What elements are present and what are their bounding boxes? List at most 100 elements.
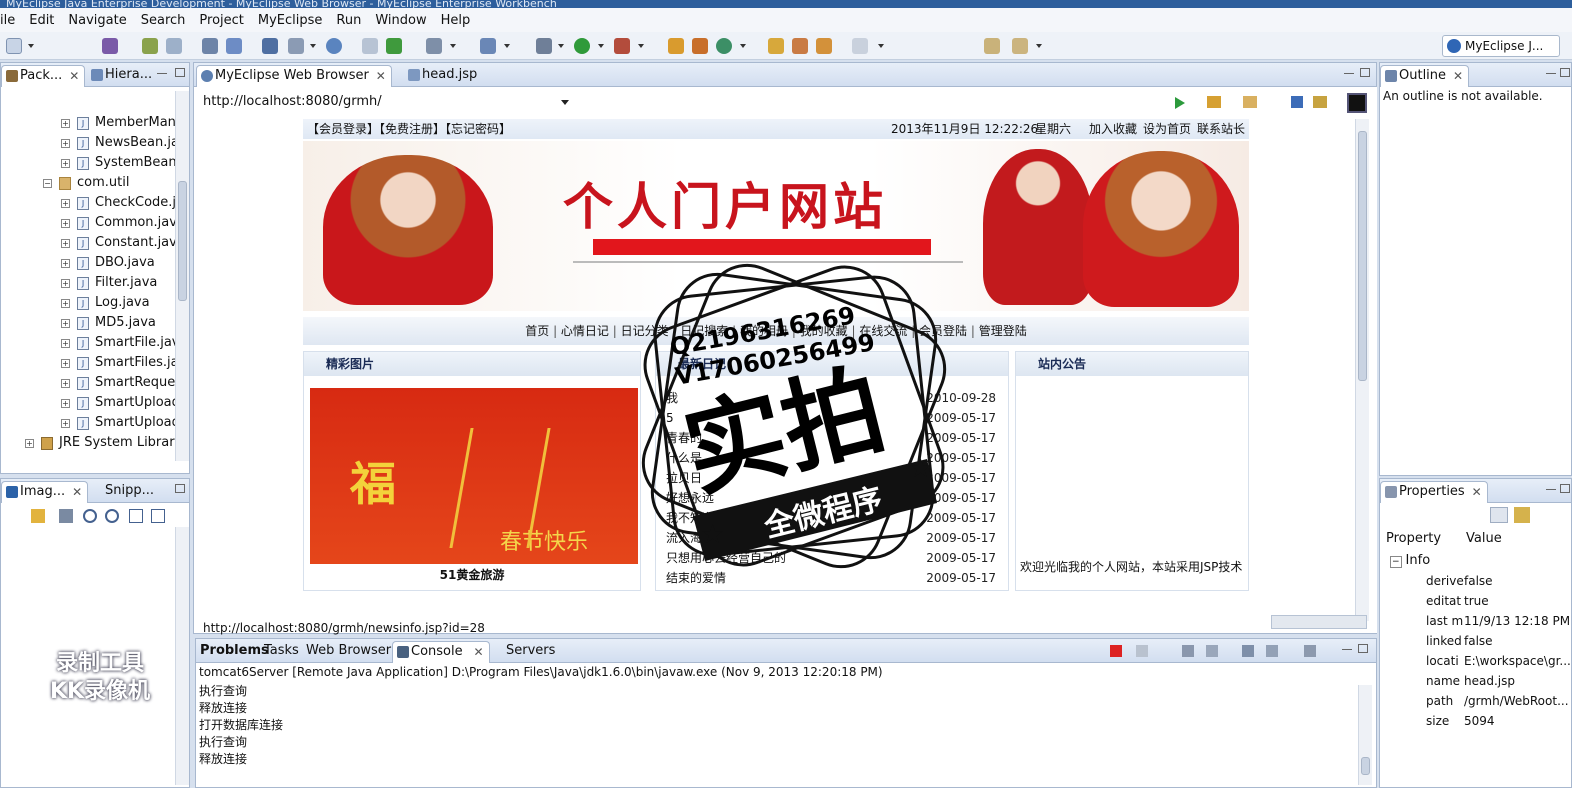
expand-icon[interactable]: + bbox=[61, 239, 70, 248]
server-icon[interactable] bbox=[202, 38, 218, 54]
expand-icon[interactable]: + bbox=[61, 279, 70, 288]
browser-scrollbar[interactable] bbox=[1355, 119, 1369, 621]
diary-item[interactable]: 什么是 2009-05-17 bbox=[666, 448, 996, 468]
nav-link[interactable]: 我的收藏 bbox=[800, 324, 848, 338]
diary-item-title[interactable]: 流入海底的 bbox=[666, 531, 726, 545]
perspective-switcher[interactable]: MyEclipse J... bbox=[1442, 35, 1560, 57]
expand-icon[interactable]: + bbox=[61, 219, 70, 228]
diary-item[interactable]: 流入海底的 2009-05-17 bbox=[666, 528, 996, 548]
minimize-icon[interactable] bbox=[1546, 73, 1556, 75]
expand-icon[interactable]: + bbox=[61, 399, 70, 408]
property-key[interactable]: derive bbox=[1426, 571, 1464, 591]
property-value[interactable]: /grmh/WebRoot... bbox=[1464, 691, 1569, 711]
minimize-icon[interactable] bbox=[1344, 73, 1354, 75]
diary-item-title[interactable]: 结束的爱情 bbox=[666, 571, 726, 585]
menu-myeclipse[interactable]: MyEclipse bbox=[251, 13, 330, 28]
nav-link[interactable]: 日记分类 bbox=[621, 324, 669, 338]
tab-servers[interactable]: Servers bbox=[488, 641, 577, 663]
property-key[interactable]: locati bbox=[1426, 651, 1459, 671]
clear-console-icon[interactable] bbox=[1182, 645, 1194, 657]
actual-size-icon[interactable] bbox=[129, 509, 143, 523]
expand-icon[interactable]: + bbox=[61, 379, 70, 388]
diary-item[interactable]: 拉贝日 2009-05-17 bbox=[666, 468, 996, 488]
open-type-icon[interactable] bbox=[426, 38, 442, 54]
minimize-icon[interactable] bbox=[1342, 649, 1352, 651]
menu-file[interactable]: ile bbox=[0, 13, 22, 28]
menu-run[interactable]: Run bbox=[329, 13, 368, 28]
tree-scrollbar[interactable] bbox=[175, 91, 189, 461]
link-add-favorite[interactable]: 加入收藏 bbox=[1089, 119, 1137, 139]
nav-link[interactable]: 我的相册 bbox=[740, 324, 788, 338]
menu-navigate[interactable]: Navigate bbox=[61, 13, 133, 28]
sync-icon[interactable] bbox=[716, 38, 732, 54]
property-value[interactable]: 5094 bbox=[1464, 711, 1495, 731]
deploy-icon[interactable] bbox=[166, 38, 182, 54]
pin-console-icon[interactable] bbox=[1242, 645, 1254, 657]
new-icon[interactable] bbox=[6, 38, 22, 54]
property-value[interactable]: false bbox=[1464, 631, 1493, 651]
maximize-icon[interactable] bbox=[1358, 644, 1368, 653]
maximize-icon[interactable] bbox=[1560, 68, 1570, 77]
maximize-icon[interactable] bbox=[1560, 484, 1570, 493]
tab-web-browser[interactable]: MyEclipse Web Browser ✕ bbox=[196, 65, 392, 87]
terminate-icon[interactable] bbox=[1110, 645, 1122, 657]
maximize-icon[interactable] bbox=[1360, 68, 1370, 77]
diary-item-title[interactable]: 只想用心去经营自己的 bbox=[666, 551, 786, 565]
close-icon[interactable]: ✕ bbox=[376, 66, 386, 86]
globe-icon[interactable] bbox=[326, 38, 342, 54]
collapse-icon[interactable]: − bbox=[1390, 556, 1402, 568]
diary-item[interactable]: 结束的爱情 2009-05-17 bbox=[666, 568, 996, 588]
browser-icon[interactable] bbox=[226, 38, 242, 54]
image-scrollbar[interactable] bbox=[175, 527, 189, 785]
forward-icon[interactable] bbox=[1012, 38, 1028, 54]
scroll-lock-icon[interactable] bbox=[1206, 645, 1218, 657]
url-dropdown-icon[interactable] bbox=[561, 100, 569, 105]
expand-icon[interactable]: + bbox=[61, 199, 70, 208]
nav-link[interactable]: 心情日记 bbox=[561, 324, 609, 338]
debug-icon[interactable] bbox=[142, 38, 158, 54]
refresh-icon[interactable] bbox=[386, 38, 402, 54]
favorites-icon[interactable] bbox=[1207, 96, 1221, 108]
package-icon[interactable] bbox=[288, 38, 304, 54]
menu-search[interactable]: Search bbox=[134, 13, 193, 28]
tab-image[interactable]: Imag... ✕ bbox=[1, 481, 89, 503]
nav-link[interactable]: 首页 bbox=[525, 324, 549, 338]
expand-icon[interactable]: + bbox=[61, 339, 70, 348]
external-tools-icon[interactable] bbox=[614, 38, 630, 54]
menu-window[interactable]: Window bbox=[368, 13, 433, 28]
diary-item-title[interactable]: 好想永远 bbox=[666, 491, 714, 505]
diary-item-title[interactable]: 我 bbox=[666, 391, 678, 405]
diary-item-title[interactable]: 我不知道这 bbox=[666, 511, 726, 525]
display-console-icon[interactable] bbox=[1266, 645, 1278, 657]
expand-icon[interactable]: + bbox=[61, 259, 70, 268]
expand-icon[interactable]: + bbox=[25, 439, 34, 448]
console-scrollbar[interactable] bbox=[1358, 685, 1372, 785]
tab-snippets[interactable]: Snipp... bbox=[87, 481, 176, 503]
menu-edit[interactable]: Edit bbox=[22, 13, 61, 28]
diary-item-title[interactable]: 什么是 bbox=[666, 451, 702, 465]
close-icon[interactable]: ✕ bbox=[69, 66, 79, 86]
expand-icon[interactable]: + bbox=[61, 319, 70, 328]
back-icon[interactable] bbox=[1243, 96, 1257, 108]
expand-icon[interactable]: + bbox=[61, 419, 70, 428]
menu-help[interactable]: Help bbox=[434, 13, 478, 28]
tab-console[interactable]: Console ✕ bbox=[392, 641, 490, 663]
property-key[interactable]: name bbox=[1426, 671, 1460, 691]
expand-icon[interactable]: − bbox=[43, 179, 52, 188]
diary-item[interactable]: 只想用心去经营自己的 2009-05-17 bbox=[666, 548, 996, 568]
close-icon[interactable]: ✕ bbox=[1472, 482, 1482, 502]
close-icon[interactable]: ✕ bbox=[1453, 66, 1463, 86]
tab-web-browser-view[interactable]: Web Browser bbox=[302, 641, 395, 663]
fit-icon[interactable] bbox=[59, 509, 73, 523]
tab-package-explorer[interactable]: Pack... ✕ bbox=[1, 65, 86, 87]
fit-window-icon[interactable] bbox=[151, 509, 165, 523]
refresh-icon[interactable] bbox=[1313, 96, 1327, 108]
refresh-image-icon[interactable] bbox=[31, 509, 45, 523]
maximize-icon[interactable] bbox=[175, 484, 185, 493]
property-key[interactable]: linked bbox=[1426, 631, 1462, 651]
url-input[interactable]: http://localhost:8080/grmh/ bbox=[199, 91, 569, 113]
save-icon[interactable] bbox=[102, 38, 118, 54]
nav-link[interactable]: 在线交流 bbox=[859, 324, 907, 338]
minimize-icon[interactable] bbox=[157, 73, 167, 75]
close-icon[interactable]: ✕ bbox=[72, 482, 82, 502]
